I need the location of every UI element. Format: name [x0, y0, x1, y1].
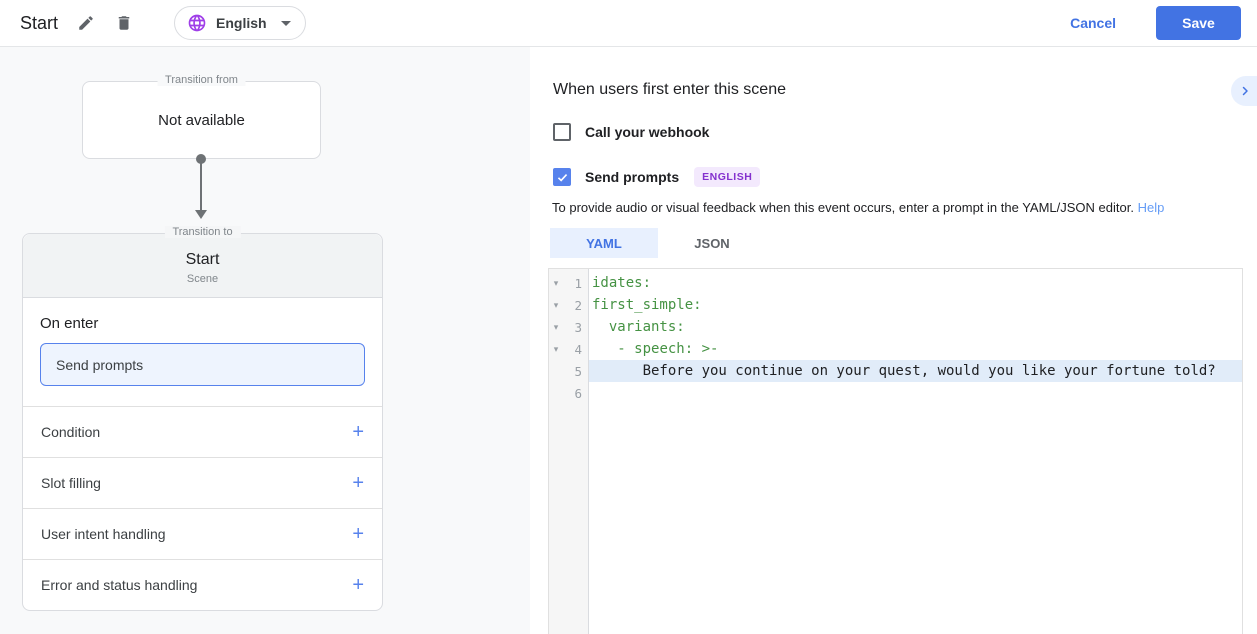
- line-number: 5: [574, 363, 582, 379]
- yaml-code-editor[interactable]: ▾ 1 ▾ 2 ▾ 3 ▾ 4 5 6 idates: first_simple: variants…: [548, 268, 1243, 634]
- check-icon: [557, 173, 567, 182]
- send-prompts-chip-label: Send prompts: [56, 356, 144, 373]
- scene-card-header[interactable]: Start Scene: [23, 234, 382, 298]
- section-slot-filling[interactable]: Slot filling +: [23, 457, 382, 508]
- transition-to-label: Transition to: [164, 226, 241, 238]
- language-badge: ENGLISH: [694, 167, 761, 187]
- transition-from-label: Transition from: [157, 74, 246, 86]
- scene-type: Scene: [186, 273, 219, 285]
- cancel-button[interactable]: Cancel: [1070, 15, 1116, 31]
- fold-arrow-icon[interactable]: ▾: [549, 344, 563, 355]
- pencil-icon: [79, 16, 93, 30]
- chevron-down-icon: [280, 20, 291, 26]
- gutter-row: ▾ 3: [549, 316, 588, 338]
- section-error-handling[interactable]: Error and status handling +: [23, 559, 382, 610]
- gutter-row: 6: [549, 382, 588, 404]
- editor-gutter: ▾ 1 ▾ 2 ▾ 3 ▾ 4 5 6: [549, 269, 589, 634]
- line-number: 4: [574, 341, 582, 357]
- code-line[interactable]: [589, 382, 1242, 404]
- fold-arrow-icon[interactable]: ▾: [549, 278, 563, 289]
- panel-heading: When users first enter this scene: [553, 81, 786, 98]
- fold-arrow-icon[interactable]: ▾: [549, 322, 563, 333]
- add-intent-icon[interactable]: +: [352, 524, 364, 544]
- code-line[interactable]: Before you continue on your quest, would…: [589, 360, 1242, 382]
- send-prompts-label: Send prompts: [585, 169, 680, 185]
- on-enter-section: On enter Send prompts: [23, 298, 382, 406]
- connector-line: [200, 162, 202, 211]
- transition-from-value: Not available: [158, 111, 245, 129]
- send-prompts-checkbox[interactable]: [553, 168, 571, 186]
- globe-icon: [188, 14, 206, 32]
- transition-from-box: Transition from Not available: [82, 74, 321, 159]
- top-bar: Start English Cancel Save: [0, 0, 1257, 47]
- tab-yaml[interactable]: YAML: [550, 228, 658, 258]
- line-number: 3: [574, 319, 582, 335]
- code-line[interactable]: idates:: [589, 272, 1242, 294]
- code-line[interactable]: first_simple:: [589, 294, 1242, 316]
- gutter-row: ▾ 4: [549, 338, 588, 360]
- help-link[interactable]: Help: [1138, 200, 1165, 215]
- send-prompts-chip[interactable]: Send prompts: [40, 343, 365, 386]
- trash-icon: [118, 16, 130, 30]
- save-button[interactable]: Save: [1156, 6, 1241, 40]
- on-enter-label: On enter: [40, 315, 99, 332]
- transition-to-card: Transition to Start Scene On enter Send …: [22, 226, 383, 611]
- section-condition[interactable]: Condition +: [23, 406, 382, 457]
- scene-title: Start: [20, 12, 59, 33]
- editor-tabs: YAML JSON: [550, 228, 766, 258]
- language-selector[interactable]: English: [174, 6, 306, 40]
- edit-button[interactable]: [76, 13, 96, 33]
- line-number: 6: [574, 385, 582, 401]
- tab-json[interactable]: JSON: [658, 228, 766, 258]
- gutter-row: ▾ 2: [549, 294, 588, 316]
- fold-arrow-icon[interactable]: ▾: [549, 300, 563, 311]
- language-label: English: [216, 15, 267, 31]
- gutter-row: 5: [549, 360, 588, 382]
- code-line[interactable]: variants:: [589, 316, 1242, 338]
- chevron-right-icon: [1242, 86, 1248, 96]
- transition-connector: [194, 154, 208, 219]
- editor-content[interactable]: idates: first_simple: variants: - speech:…: [589, 269, 1242, 634]
- arrow-down-icon: [195, 210, 207, 219]
- scene-name: Start: [185, 251, 220, 268]
- gutter-row: ▾ 1: [549, 272, 588, 294]
- collapse-panel-button[interactable]: [1231, 76, 1257, 106]
- webhook-label: Call your webhook: [585, 124, 710, 140]
- add-condition-icon[interactable]: +: [352, 422, 364, 442]
- prompt-description: To provide audio or visual feedback when…: [552, 200, 1165, 215]
- scene-detail-panel: When users first enter this scene Call y…: [530, 47, 1257, 634]
- webhook-checkbox[interactable]: [553, 123, 571, 141]
- delete-button[interactable]: [114, 13, 134, 33]
- add-slot-icon[interactable]: +: [352, 473, 364, 493]
- section-user-intent[interactable]: User intent handling +: [23, 508, 382, 559]
- scene-graph-canvas: Transition from Not available Transition…: [0, 47, 530, 634]
- code-line[interactable]: - speech: >-: [589, 338, 1242, 360]
- line-number: 1: [574, 275, 582, 291]
- line-number: 2: [574, 297, 582, 313]
- add-error-icon[interactable]: +: [352, 575, 364, 595]
